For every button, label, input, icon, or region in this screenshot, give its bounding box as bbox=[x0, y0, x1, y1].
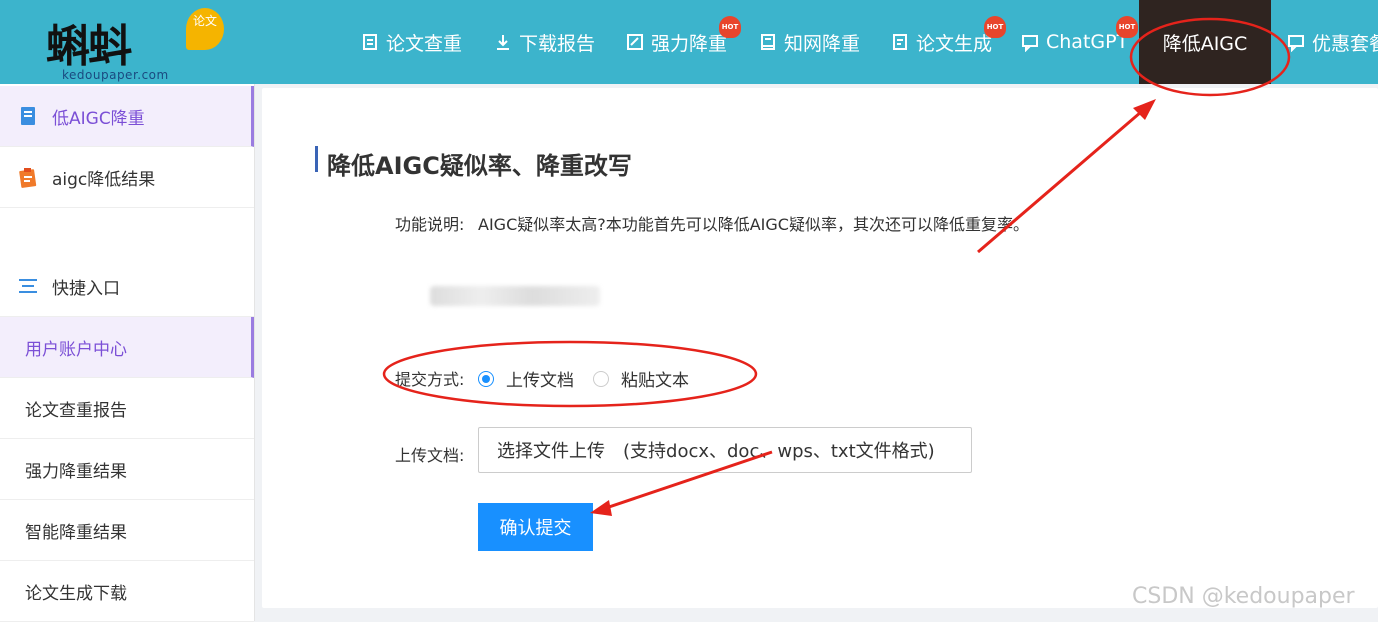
nav-item-reduce-aigc[interactable]: 降低AIGC bbox=[1139, 0, 1271, 84]
sidebar-item-label: 智能降重结果 bbox=[25, 522, 127, 543]
page-title: 降低AIGC疑似率、降重改写 bbox=[327, 152, 632, 180]
hot-badge: HOT bbox=[1116, 16, 1138, 38]
sidebar-item-label: 强力降重结果 bbox=[25, 461, 127, 482]
sidebar-item-label: 快捷入口 bbox=[52, 278, 120, 299]
clipboard-orange-icon bbox=[16, 165, 40, 189]
hot-badge: HOT bbox=[984, 16, 1006, 38]
site-logo[interactable]: 蝌蚪 论文 kedoupaper.com bbox=[40, 4, 240, 82]
nav-item-strong-rewrite[interactable]: 强力降重 bbox=[625, 0, 727, 84]
sidebar-item-label: aigc降低结果 bbox=[52, 169, 156, 190]
logo-mark: 蝌蚪 bbox=[46, 21, 132, 72]
description-text: AIGC疑似率太高?本功能首先可以降低AIGC疑似率，其次还可以降低重复率。 bbox=[478, 215, 1029, 234]
nav-label: ChatGPT bbox=[1046, 31, 1129, 53]
upload-document-label: 上传文档: bbox=[395, 446, 465, 465]
chat-icon bbox=[1020, 32, 1040, 52]
sidebar-item-low-aigc[interactable]: 低AIGC降重 bbox=[0, 86, 254, 147]
radio-paste-text[interactable]: 粘贴文本 bbox=[593, 366, 689, 391]
sidebar-item-check-report[interactable]: 论文查重报告 bbox=[0, 378, 254, 439]
sidebar: 低AIGC降重 aigc降低结果 快捷入口 用户账户中心 论文查重报告 强力降重… bbox=[0, 84, 255, 622]
book-icon bbox=[758, 32, 778, 52]
description-label: 功能说明: bbox=[395, 215, 465, 234]
nav-label: 论文查重 bbox=[386, 32, 463, 55]
sidebar-item-label: 用户账户中心 bbox=[25, 339, 127, 360]
radio-label: 上传文档 bbox=[506, 371, 574, 391]
book-blue-icon bbox=[16, 104, 40, 128]
file-icon bbox=[890, 32, 910, 52]
sidebar-item-shortcut[interactable]: 快捷入口 bbox=[0, 256, 254, 317]
sidebar-item-label: 论文生成下载 bbox=[25, 583, 127, 604]
nav-label: 论文生成 bbox=[916, 32, 993, 55]
sidebar-item-generate-download[interactable]: 论文生成下载 bbox=[0, 561, 254, 622]
chat-icon bbox=[1286, 32, 1306, 52]
watermark: CSDN @kedoupaper bbox=[1132, 584, 1355, 609]
radio-button[interactable] bbox=[593, 370, 609, 387]
hot-badge: HOT bbox=[719, 16, 741, 38]
title-accent-bar bbox=[315, 146, 318, 172]
sidebar-item-smart-result[interactable]: 智能降重结果 bbox=[0, 500, 254, 561]
nav-label: 下载报告 bbox=[519, 32, 596, 55]
document-icon bbox=[360, 32, 380, 52]
nav-label: 知网降重 bbox=[784, 32, 861, 55]
nav-item-paper-generate[interactable]: 论文生成 bbox=[890, 0, 992, 84]
nav-label: 强力降重 bbox=[651, 32, 728, 55]
nav-item-download-report[interactable]: 下载报告 bbox=[493, 0, 595, 84]
menu-lines-icon bbox=[16, 274, 40, 298]
sidebar-item-label: 论文查重报告 bbox=[25, 400, 127, 421]
main-panel: 降低AIGC疑似率、降重改写 功能说明: AIGC疑似率太高?本功能首先可以降低… bbox=[262, 88, 1378, 608]
logo-domain: kedoupaper.com bbox=[62, 68, 169, 82]
nav-label: 优惠套餐 bbox=[1312, 32, 1378, 55]
submit-method-label: 提交方式: bbox=[395, 370, 465, 389]
nav-item-chatgpt[interactable]: ChatGPT bbox=[1020, 0, 1128, 84]
sidebar-item-label: 低AIGC降重 bbox=[52, 108, 145, 129]
radio-upload-document[interactable]: 上传文档 bbox=[478, 366, 574, 391]
sidebar-item-aigc-result[interactable]: aigc降低结果 bbox=[0, 147, 254, 208]
nav-label: 降低AIGC bbox=[1162, 32, 1248, 55]
sidebar-item-account-center[interactable]: 用户账户中心 bbox=[0, 317, 254, 378]
file-upload-label: 选择文件上传 (支持docx、doc、wps、txt文件格式) bbox=[497, 441, 935, 462]
file-upload-button[interactable]: 选择文件上传 (支持docx、doc、wps、txt文件格式) bbox=[478, 427, 972, 473]
nav-item-discount-package[interactable]: 优惠套餐 bbox=[1286, 0, 1378, 84]
blurred-price-info bbox=[430, 286, 600, 306]
radio-button-selected[interactable] bbox=[478, 370, 494, 387]
confirm-submit-button[interactable]: 确认提交 bbox=[478, 503, 593, 551]
edit-icon bbox=[625, 32, 645, 52]
nav-item-paper-check[interactable]: 论文查重 bbox=[360, 0, 462, 84]
top-navbar: 蝌蚪 论文 kedoupaper.com 论文查重 下载报告 强力降重 HOT … bbox=[0, 0, 1378, 84]
radio-label: 粘贴文本 bbox=[621, 371, 689, 391]
download-icon bbox=[493, 32, 513, 52]
logo-badge: 论文 bbox=[186, 8, 224, 50]
nav-item-cnki-rewrite[interactable]: 知网降重 bbox=[758, 0, 860, 84]
sidebar-item-strong-result[interactable]: 强力降重结果 bbox=[0, 439, 254, 500]
